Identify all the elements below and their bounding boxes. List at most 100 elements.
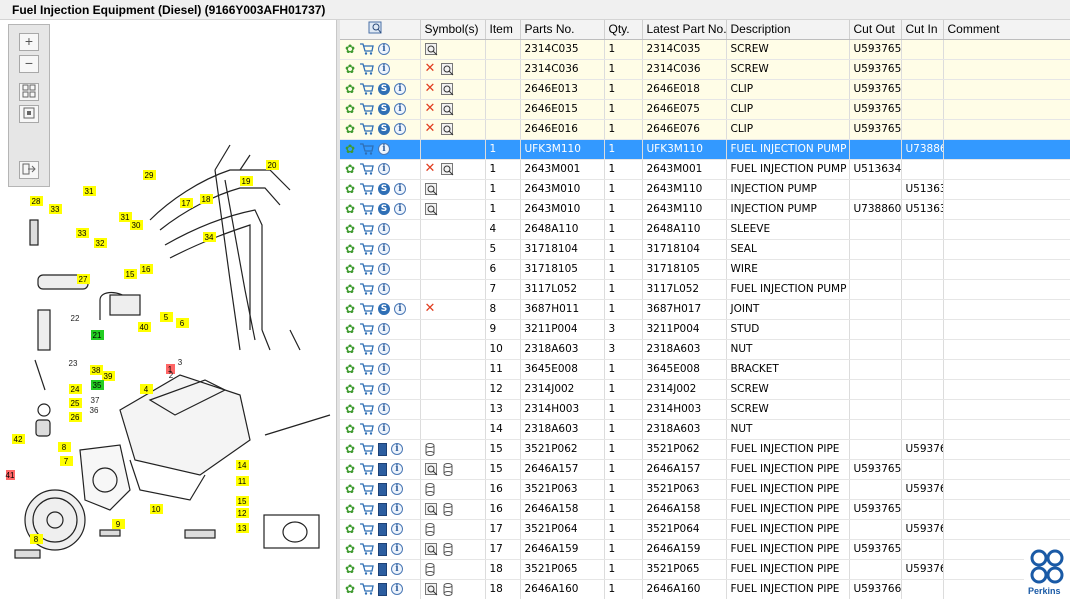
cart-icon[interactable] [360,563,374,575]
cart-icon[interactable] [360,103,374,115]
gear-icon[interactable]: ✿ [344,203,356,215]
magnifier-icon[interactable] [424,182,439,196]
table-row[interactable]: ✿ i 16 2646A158 1 2646A158 FUEL INJECTION PIPE… [340,499,1070,520]
table-row[interactable]: ✿ Si ✕ 2646E01512646E075CLIPU593765A [340,99,1070,120]
info-icon[interactable]: i [391,483,403,495]
gear-icon[interactable]: ✿ [344,103,356,115]
book-icon[interactable] [378,462,387,476]
gear-icon[interactable]: ✿ [344,583,356,595]
cart-icon[interactable] [360,463,374,475]
book-icon[interactable] [378,562,387,576]
book-icon[interactable] [378,582,387,596]
info-icon[interactable]: i [378,423,390,435]
gear-icon[interactable]: ✿ [344,463,356,475]
gear-icon[interactable]: ✿ [344,263,356,275]
gear-icon[interactable]: ✿ [344,443,356,455]
info-icon[interactable]: i [378,383,390,395]
gear-icon[interactable]: ✿ [344,403,356,415]
cart-icon[interactable] [360,263,374,275]
info-icon[interactable]: i [394,183,406,195]
column-header[interactable]: Qty. [604,20,643,40]
zoom-out-button[interactable]: − [19,55,39,73]
column-header[interactable]: Cut Out [849,20,902,40]
magnifier-icon[interactable] [440,162,455,176]
info-icon[interactable]: i [378,163,390,175]
column-header[interactable]: Description [726,20,850,40]
substitute-icon[interactable]: S [378,83,390,95]
magnifier-icon[interactable] [424,462,439,476]
gear-icon[interactable]: ✿ [344,543,356,555]
cart-icon[interactable] [360,423,374,435]
gear-icon[interactable]: ✿ [344,83,356,95]
table-row[interactable]: ✿ i 17 3521P064 1 3521P064 FUEL INJECTION PIPE… [340,519,1070,540]
substitute-icon[interactable]: S [378,123,390,135]
table-row[interactable]: ✿ Si ✕ 2646E01312646E018CLIPU593765A [340,79,1070,100]
magnifier-icon[interactable] [424,542,439,556]
info-icon[interactable]: i [391,583,403,595]
info-icon[interactable]: i [391,523,403,535]
book-icon[interactable] [378,442,387,456]
gear-icon[interactable]: ✿ [344,523,356,535]
table-row[interactable]: ✿i2314C03512314C035SCREWU593765A [340,39,1070,60]
table-row[interactable]: ✿ Si ✕ 2646E01612646E076CLIPU593765A [340,119,1070,140]
cart-icon[interactable] [360,403,374,415]
cart-icon[interactable] [360,503,374,515]
info-icon[interactable]: i [378,343,390,355]
table-row[interactable]: ✿ i 9 3211P004 3 3211P004 STUD [340,319,1070,340]
table-row[interactable]: ✿ i 12 2314J002 1 2314J002 SCREW [340,379,1070,400]
cart-icon[interactable] [360,483,374,495]
table-row[interactable]: ✿ i 5 31718104 1 31718104 SEAL [340,239,1070,260]
magnifier-icon[interactable] [440,102,455,116]
info-icon[interactable]: i [378,363,390,375]
table-row[interactable]: ✿ i 11 3645E008 1 3645E008 BRACKET [340,359,1070,380]
cart-icon[interactable] [360,63,374,75]
gear-icon[interactable]: ✿ [344,283,356,295]
info-icon[interactable]: i [391,503,403,515]
table-row[interactable]: ✿ i ✕ 1 2643M001 1 2643M001 FUEL INJECTION PUMP… [340,159,1070,180]
substitute-icon[interactable]: S [378,303,390,315]
table-row[interactable]: ✿ i 1 UFK3M110 1 UFK3M110 FUEL INJECTION PUMP … [340,139,1070,160]
cart-icon[interactable] [360,143,374,155]
table-row[interactable]: ✿ i 18 2646A160 1 2646A160 FUEL INJECTION PIPE… [340,579,1070,599]
info-icon[interactable]: i [391,543,403,555]
table-row[interactable]: ✿ i 15 3521P062 1 3521P062 FUEL INJECTION PIPE… [340,439,1070,460]
info-icon[interactable]: i [391,563,403,575]
cart-icon[interactable] [360,203,374,215]
substitute-icon[interactable]: S [378,183,390,195]
cart-icon[interactable] [360,383,374,395]
gear-icon[interactable]: ✿ [344,183,356,195]
fit-all-button[interactable] [19,83,39,101]
substitute-icon[interactable]: S [378,203,390,215]
info-icon[interactable]: i [378,283,390,295]
cart-icon[interactable] [360,223,374,235]
gear-icon[interactable]: ✿ [344,303,356,315]
book-icon[interactable] [378,482,387,496]
info-icon[interactable]: i [378,43,390,55]
table-row[interactable]: ✿ i 16 3521P063 1 3521P063 FUEL INJECTION PIPE… [340,479,1070,500]
substitute-icon[interactable]: S [378,103,390,115]
table-row[interactable]: ✿ i 14 2318A603 1 2318A603 NUT [340,419,1070,440]
magnifier-icon[interactable] [440,122,455,136]
info-icon[interactable]: i [378,263,390,275]
gear-icon[interactable]: ✿ [344,143,356,155]
gear-icon[interactable]: ✿ [344,123,356,135]
cart-icon[interactable] [360,183,374,195]
info-icon[interactable]: i [391,443,403,455]
cart-icon[interactable] [360,523,374,535]
cart-icon[interactable] [360,323,374,335]
column-header[interactable]: Symbol(s) [420,20,486,40]
column-header[interactable]: Comment [943,20,1070,40]
diagram-pane[interactable]: 20 19 29 31 18 17 28 33 31 30 33 34 32 1… [0,20,336,599]
zoom-in-button[interactable]: + [19,33,39,51]
gear-icon[interactable]: ✿ [344,63,356,75]
gear-icon[interactable]: ✿ [344,343,356,355]
book-icon[interactable] [378,502,387,516]
gear-icon[interactable]: ✿ [344,563,356,575]
info-icon[interactable]: i [394,303,406,315]
cart-icon[interactable] [360,243,374,255]
gear-icon[interactable]: ✿ [344,163,356,175]
cart-icon[interactable] [360,363,374,375]
info-icon[interactable]: i [378,243,390,255]
column-header[interactable]: Parts No. [520,20,605,40]
book-icon[interactable] [378,542,387,556]
